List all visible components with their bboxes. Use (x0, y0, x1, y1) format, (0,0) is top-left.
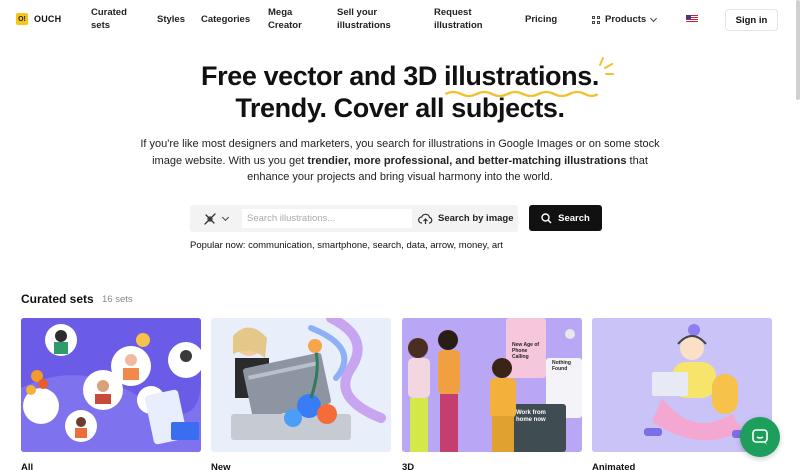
card-3d-badge-phone-calling: New Age of Phone Calling (512, 342, 540, 360)
card-3d-badge-nothing-found: Nothing Found (552, 360, 571, 372)
nav-curated-sets[interactable]: Curated sets (91, 7, 127, 32)
top-nav: O! OUCH Curated sets Styles Categories M… (0, 0, 800, 40)
nav-pricing[interactable]: Pricing (525, 14, 557, 27)
curated-sets-count: 16 sets (102, 294, 133, 305)
hero-title-line-2: Trendy. Cover all subjects. (235, 93, 565, 123)
search-by-image-button[interactable]: Search by image (418, 205, 514, 232)
curated-card-3d[interactable]: New Age of Phone Calling Nothing Found W… (402, 318, 582, 452)
us-flag-icon[interactable] (686, 15, 698, 23)
logo[interactable]: O! OUCH (16, 13, 61, 25)
products-label: Products (605, 14, 647, 25)
style-picker-dropdown[interactable] (190, 205, 240, 232)
popular-searches[interactable]: Popular now: communication, smartphone, … (190, 240, 503, 251)
search-button[interactable]: Search (529, 205, 602, 231)
hero-highlight-text: illustrations. (444, 61, 599, 91)
chat-button[interactable] (740, 417, 780, 457)
nav-request-illustration[interactable]: Request illustration (434, 7, 483, 32)
logo-text: OUCH (34, 14, 62, 24)
logo-mark: O! (16, 13, 28, 25)
card-all-illustration (21, 318, 201, 452)
chat-icon (752, 429, 768, 445)
sign-in-button[interactable]: Sign in (725, 9, 778, 31)
curated-card-all[interactable] (21, 318, 201, 452)
chevron-down-icon (650, 14, 658, 22)
chevron-down-icon (221, 213, 229, 221)
nav-styles[interactable]: Styles (157, 14, 185, 27)
nav-products-dropdown[interactable]: Products (592, 14, 658, 25)
cloud-upload-icon (418, 213, 433, 224)
pen-tool-icon (203, 212, 216, 225)
search-icon (541, 212, 552, 224)
curated-card-all-label[interactable]: All (21, 462, 33, 470)
search-bar: Search by image (190, 205, 518, 232)
card-3d-badge-work-from-home: Work from home now (516, 410, 546, 423)
search-input[interactable] (242, 209, 412, 228)
sparkle-icon (599, 57, 614, 75)
curated-card-3d-label[interactable]: 3D (402, 462, 414, 470)
card-new-illustration (211, 318, 391, 452)
curated-card-new-label[interactable]: New (211, 462, 231, 470)
desc-bold: trendier, more professional, and better-… (307, 154, 627, 167)
nav-categories[interactable]: Categories (201, 14, 250, 27)
hero-description: If you're like most designers and market… (140, 136, 660, 186)
hero-title-prefix: Free vector and 3D (201, 61, 445, 91)
curated-sets-title: Curated sets (21, 292, 94, 306)
hero-title-highlight: illustrations. (444, 61, 599, 97)
card-3d-illustration (402, 318, 582, 452)
nav-mega-creator[interactable]: Mega Creator (268, 7, 302, 32)
search-button-label: Search (558, 212, 590, 224)
search-by-image-label: Search by image (438, 213, 514, 224)
hero-title-line-1: Free vector and 3D illustrations. (0, 61, 800, 97)
curated-card-new[interactable] (211, 318, 391, 452)
grid-icon (592, 15, 600, 24)
nav-sell-illustrations[interactable]: Sell your illustrations (337, 7, 391, 32)
curated-card-animated-label[interactable]: Animated (592, 462, 635, 470)
